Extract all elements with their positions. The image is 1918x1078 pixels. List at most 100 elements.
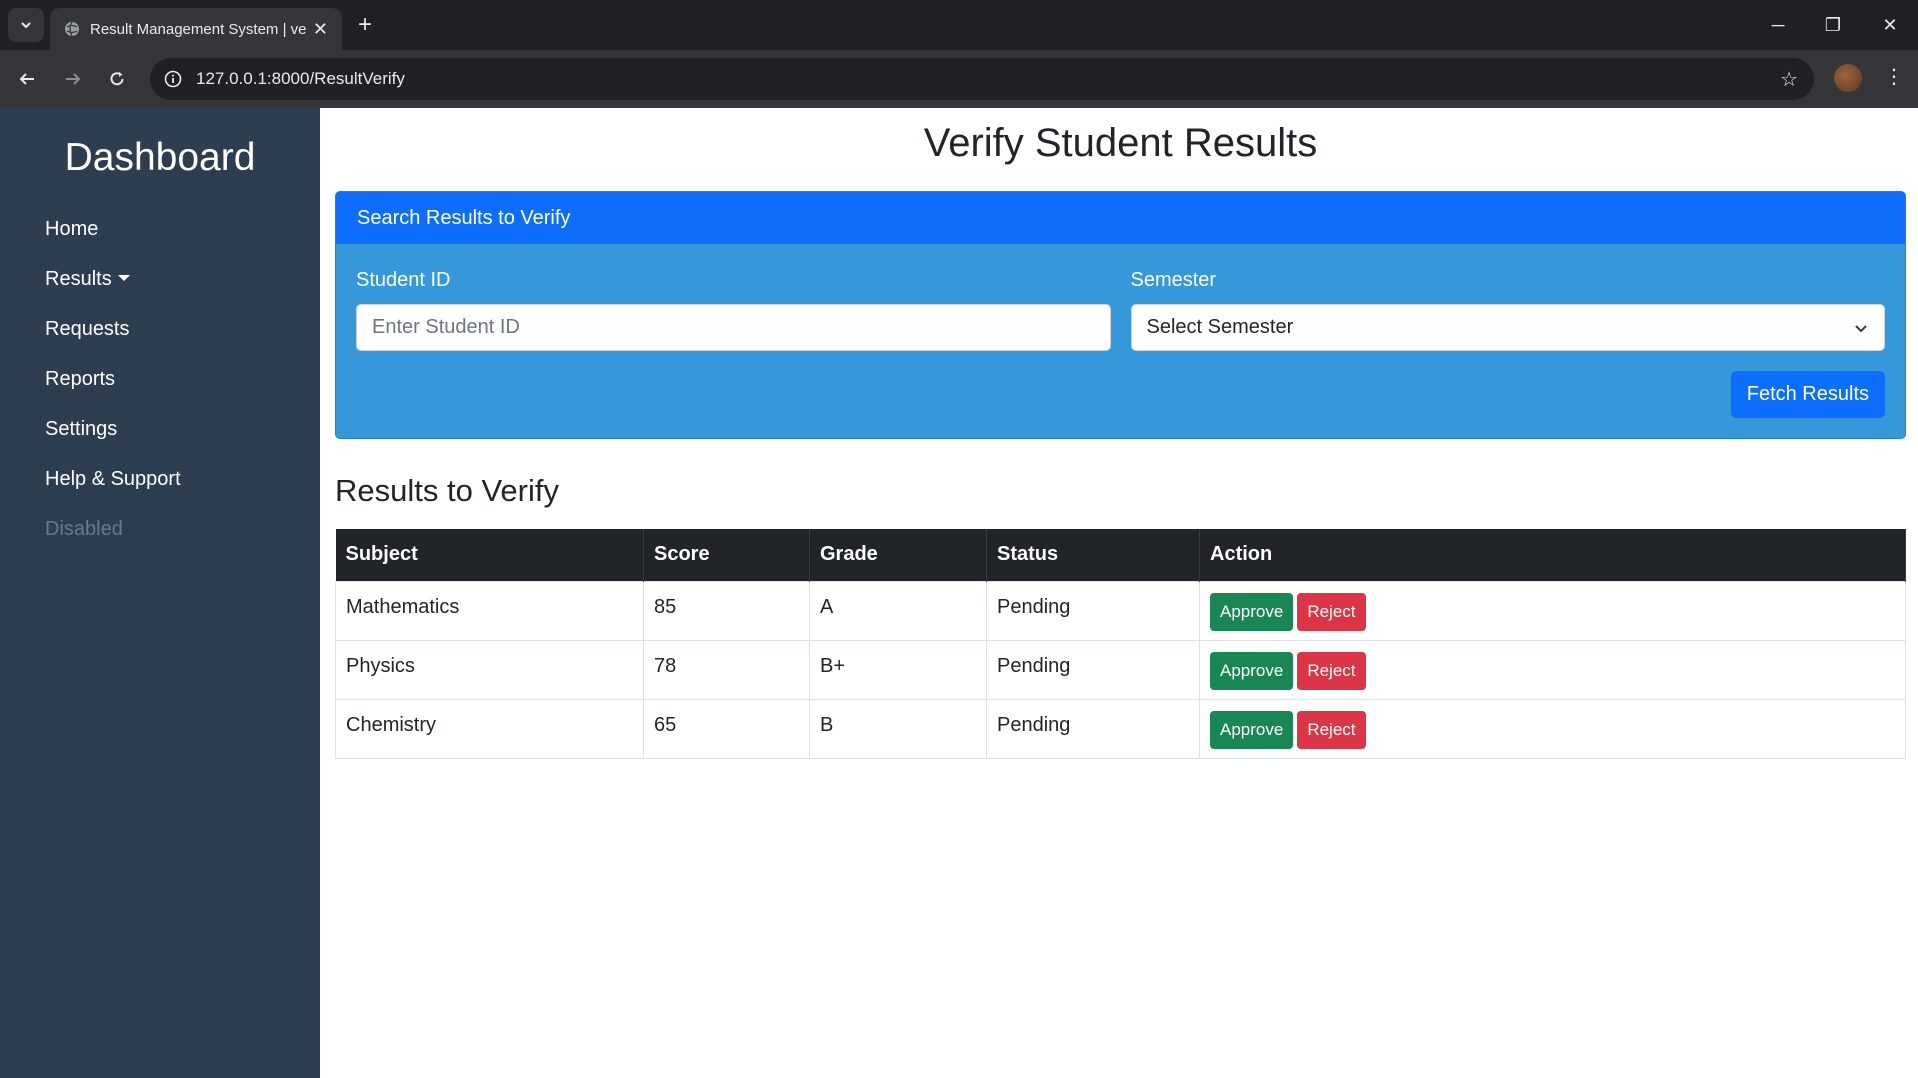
score-text: 78 — [654, 655, 677, 677]
browser-tab[interactable]: Result Management System | ve ✕ — [50, 8, 342, 50]
page-title: Verify Student Results — [923, 121, 1318, 165]
cell-grade: A — [809, 580, 987, 641]
subject-text: Mathematics — [346, 596, 460, 618]
cell-status: Pending — [986, 580, 1200, 641]
column-header-action: Action — [1199, 529, 1906, 581]
cell-status: Pending — [986, 639, 1200, 700]
sidebar-title: Dashboard — [64, 136, 256, 179]
main-content: Verify Student Results Search Results to… — [335, 108, 1906, 759]
grade-text: B+ — [820, 655, 846, 677]
student-id-group: Student ID — [356, 268, 1111, 351]
sidebar-item-results[interactable]: Results — [45, 254, 181, 304]
cell-action: Approve Reject — [1199, 639, 1906, 700]
new-tab-button[interactable]: + — [352, 11, 378, 38]
semester-select[interactable]: Select Semester — [1130, 304, 1885, 351]
table-header-row: Subject Score Grade Status Action — [335, 529, 1906, 581]
search-actions: Fetch Results — [356, 371, 1885, 418]
sidebar-nav: Home Results Requests Reports Settings H… — [45, 204, 181, 554]
subject-text: Physics — [346, 655, 415, 677]
student-id-label: Student ID — [356, 269, 451, 291]
grade-text: A — [820, 596, 834, 618]
reject-button[interactable]: Reject — [1297, 651, 1366, 690]
browser-menu-icon[interactable]: ⋮ — [1880, 64, 1908, 89]
sidebar-item-label: Home — [45, 218, 99, 240]
sidebar-item-label: Requests — [45, 318, 130, 340]
approve-button[interactable]: Approve — [1210, 710, 1294, 749]
column-header-score: Score — [643, 529, 810, 581]
sidebar-item-disabled: Disabled — [45, 504, 181, 554]
back-button[interactable] — [10, 62, 44, 96]
search-card-body: Student ID Semester Select Semester Fetc… — [336, 244, 1905, 438]
table-row: Physics 78 B+ Pending Approve Reject — [335, 639, 1906, 700]
arrow-left-icon — [19, 73, 34, 85]
table-row: Mathematics 85 A Pending Approve Reject — [335, 580, 1906, 641]
chevron-down-icon — [1855, 324, 1867, 332]
sidebar-item-label: Disabled — [45, 518, 123, 540]
approve-button[interactable]: Approve — [1210, 592, 1294, 631]
arrow-right-icon — [66, 73, 81, 85]
cell-subject: Physics — [335, 639, 644, 700]
chevron-down-icon — [21, 22, 31, 29]
student-id-input[interactable] — [356, 304, 1111, 351]
column-header-subject: Subject — [335, 529, 644, 581]
cell-score: 85 — [643, 580, 810, 641]
profile-avatar[interactable] — [1834, 64, 1862, 92]
caret-down-icon — [117, 275, 130, 282]
results-table: Subject Score Grade Status Action Mathem… — [335, 529, 1906, 759]
status-text: Pending — [997, 714, 1071, 736]
sidebar-item-requests[interactable]: Requests — [45, 304, 181, 354]
search-card-header: Search Results to Verify — [336, 192, 1905, 244]
reject-button[interactable]: Reject — [1297, 710, 1366, 749]
subject-text: Chemistry — [346, 714, 437, 736]
reject-button[interactable]: Reject — [1297, 592, 1366, 631]
table-row: Chemistry 65 B Pending Approve Reject — [335, 698, 1906, 759]
sidebar-item-help-support[interactable]: Help & Support — [45, 454, 181, 504]
sidebar: Dashboard Home Results Requests Reports … — [0, 108, 320, 1078]
sidebar-item-label: Help & Support — [45, 468, 181, 490]
column-header-status: Status — [986, 529, 1200, 581]
sidebar-item-label: Reports — [45, 368, 116, 390]
url-text[interactable]: 127.0.0.1:8000/ResultVerify — [196, 69, 405, 89]
grade-text: B — [820, 714, 834, 736]
minimize-button[interactable]: ─ — [1758, 10, 1798, 40]
browser-toolbar: 127.0.0.1:8000/ResultVerify ☆ ⋮ — [0, 50, 1918, 108]
site-info-icon[interactable] — [164, 70, 182, 88]
approve-button[interactable]: Approve — [1210, 651, 1294, 690]
sidebar-item-label: Settings — [45, 418, 118, 440]
close-window-button[interactable]: ✕ — [1870, 10, 1910, 40]
cell-status: Pending — [986, 698, 1200, 759]
score-text: 65 — [654, 714, 677, 736]
globe-icon — [65, 21, 79, 37]
reload-button[interactable] — [100, 62, 134, 96]
restore-button[interactable]: ❐ — [1813, 10, 1853, 40]
tab-title: Result Management System | ve — [90, 20, 307, 38]
cell-action: Approve Reject — [1199, 580, 1906, 641]
bookmark-star-icon[interactable]: ☆ — [1780, 67, 1798, 92]
reload-icon — [110, 72, 124, 86]
search-form: Student ID Semester Select Semester — [356, 268, 1885, 351]
sidebar-item-label: Results — [45, 268, 112, 290]
tab-search-button[interactable] — [8, 8, 44, 42]
score-text: 85 — [654, 596, 677, 618]
cell-subject: Mathematics — [335, 580, 644, 641]
status-text: Pending — [997, 655, 1071, 677]
forward-button[interactable] — [56, 62, 90, 96]
cell-score: 65 — [643, 698, 810, 759]
cell-grade: B+ — [809, 639, 987, 700]
results-section-title: Results to Verify — [335, 473, 559, 508]
sidebar-item-home[interactable]: Home — [45, 204, 181, 254]
column-header-grade: Grade — [809, 529, 987, 581]
browser-tabbar: Result Management System | ve ✕ + ─ ❐ ✕ — [0, 0, 1918, 50]
sidebar-item-reports[interactable]: Reports — [45, 354, 181, 404]
cell-score: 78 — [643, 639, 810, 700]
tab-close-icon[interactable]: ✕ — [313, 19, 328, 40]
sidebar-item-settings[interactable]: Settings — [45, 404, 181, 454]
address-bar[interactable]: 127.0.0.1:8000/ResultVerify ☆ — [150, 58, 1814, 100]
cell-action: Approve Reject — [1199, 698, 1906, 759]
cell-grade: B — [809, 698, 987, 759]
search-card: Search Results to Verify Student ID Seme… — [335, 191, 1906, 439]
fetch-results-button[interactable]: Fetch Results — [1730, 371, 1885, 418]
status-text: Pending — [997, 596, 1071, 618]
semester-selected-value: Select Semester — [1146, 316, 1294, 338]
semester-label: Semester — [1130, 269, 1217, 291]
